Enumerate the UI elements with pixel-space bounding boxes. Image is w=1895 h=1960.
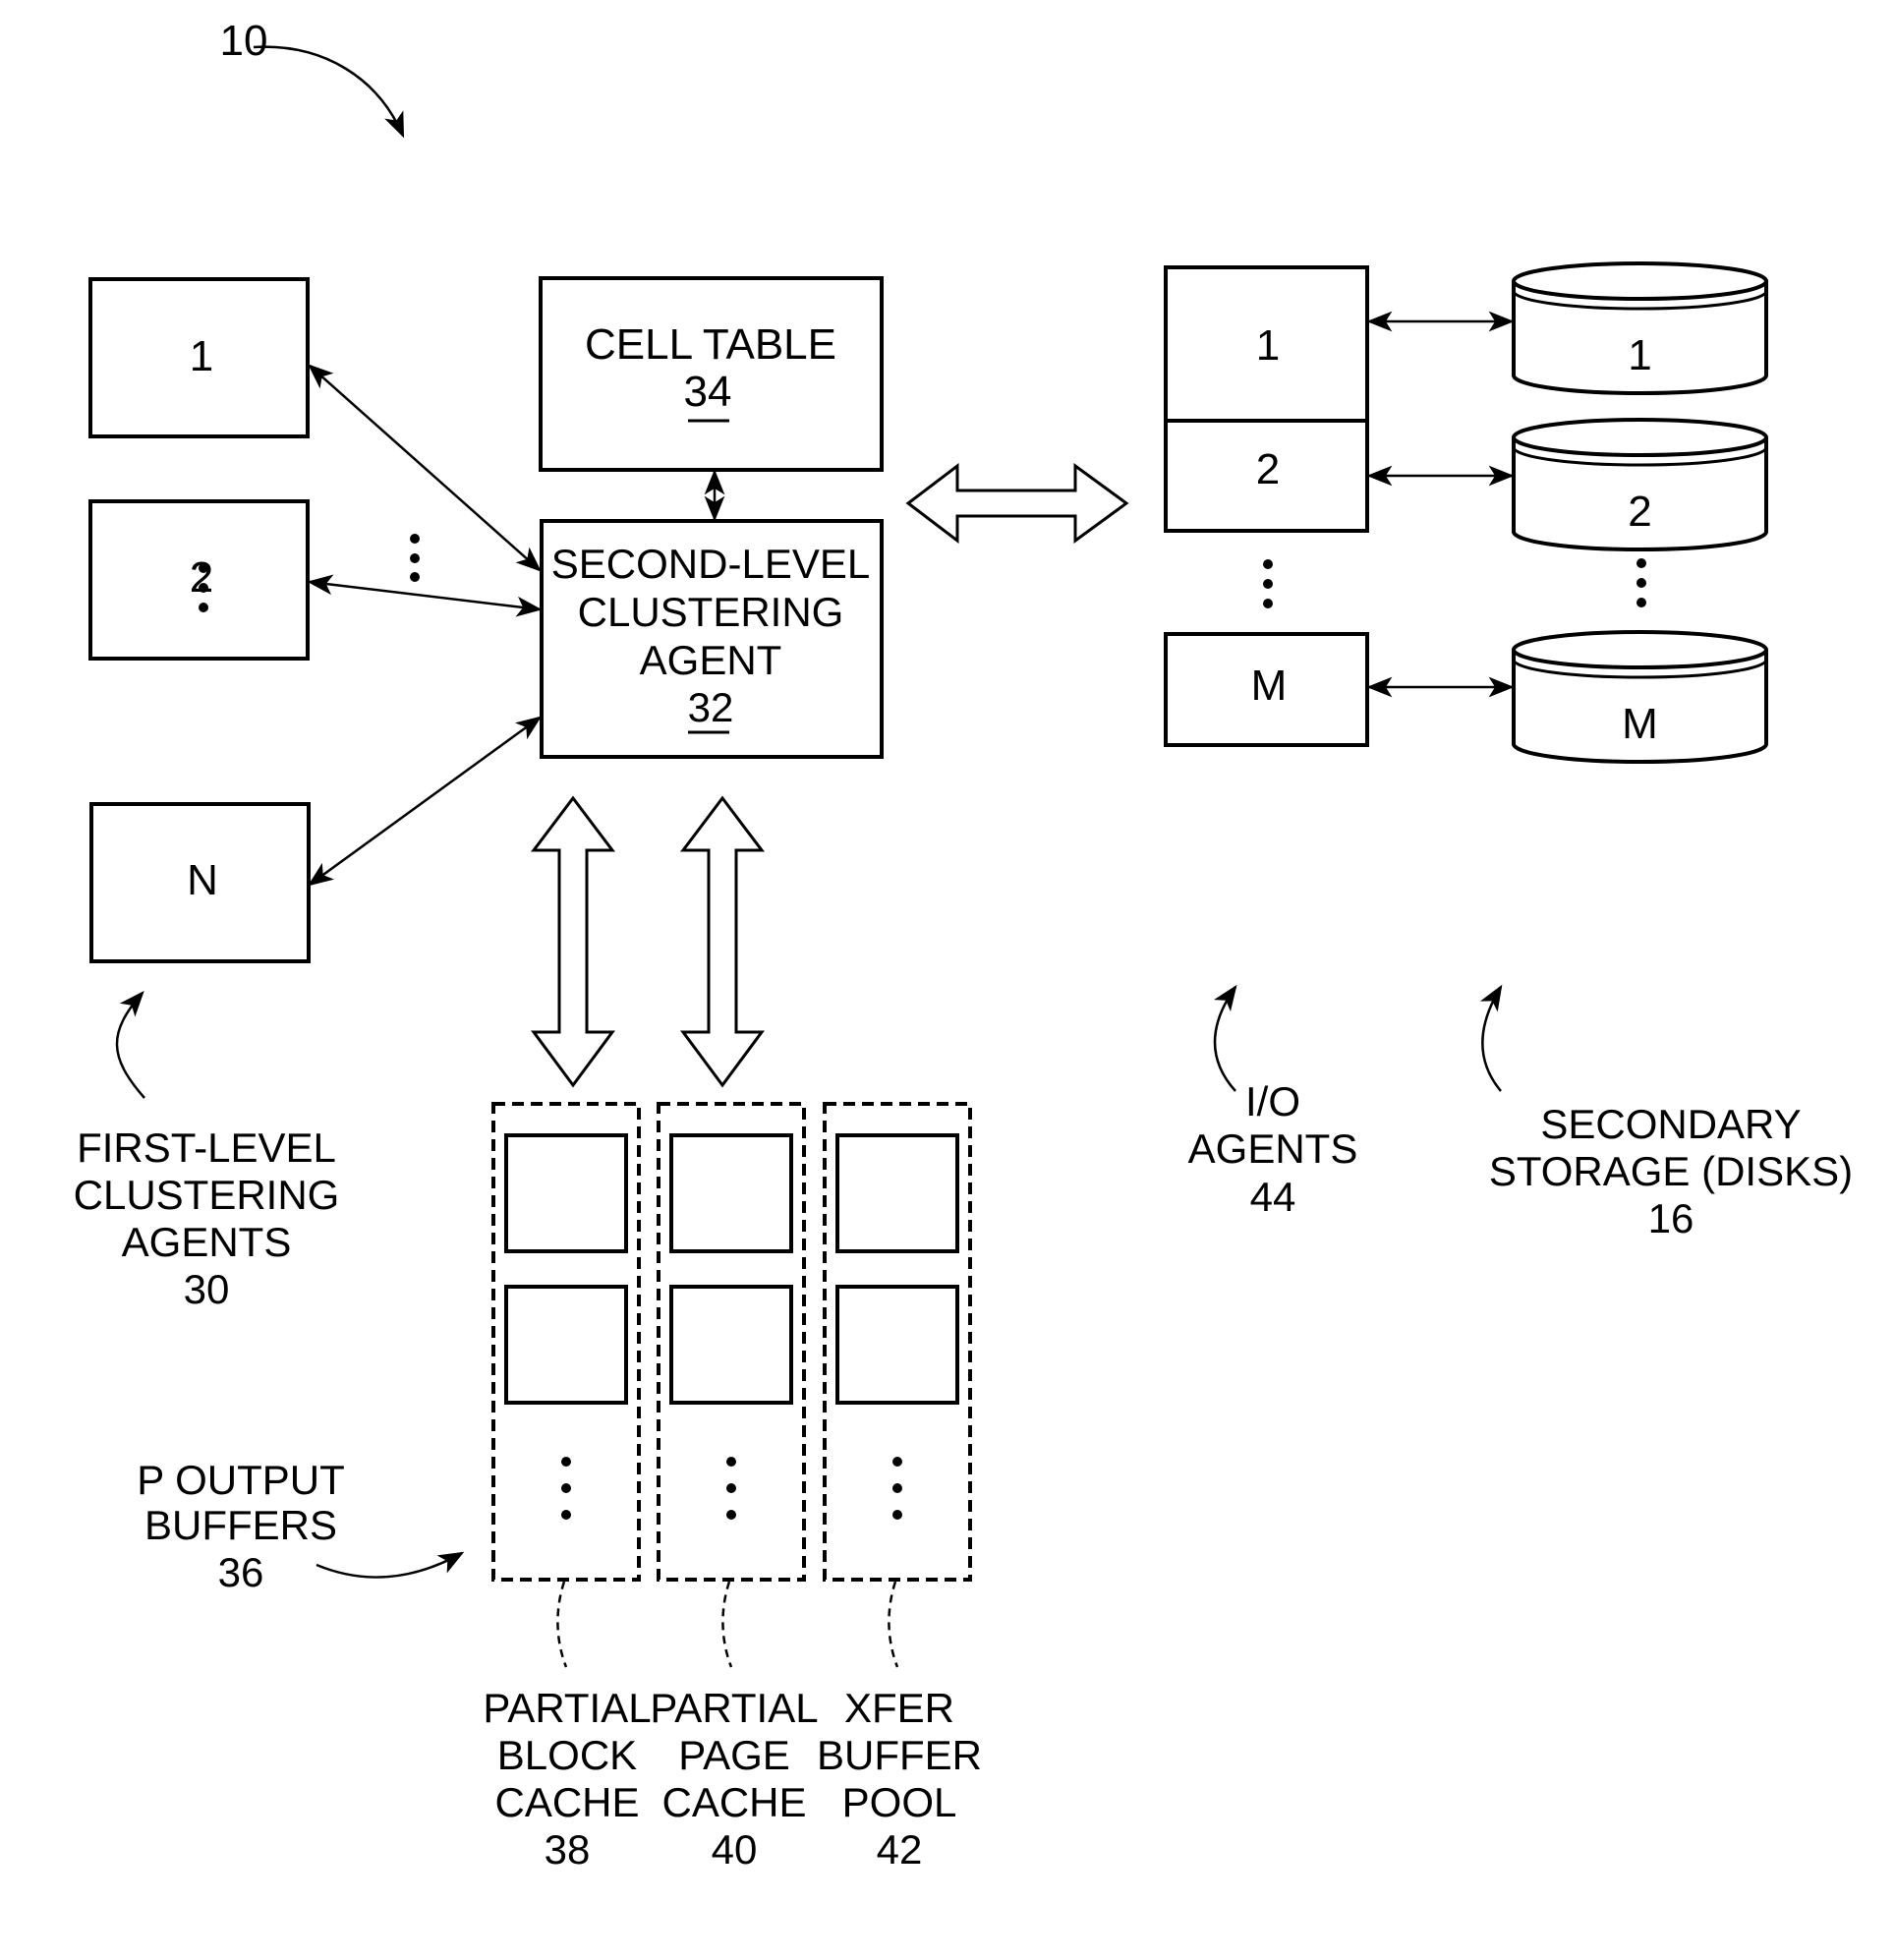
svg-text:CLUSTERING: CLUSTERING [578, 589, 844, 635]
output-buffers-arrow [316, 1551, 465, 1579]
svg-text:PAGE: PAGE [678, 1732, 790, 1778]
figure-ref-label: 10 [220, 17, 268, 65]
ellipsis-dots [199, 563, 208, 612]
svg-text:BUFFERS: BUFFERS [144, 1502, 337, 1548]
disk-label: 1 [1628, 331, 1651, 379]
cell-table-box: CELL TABLE 34 [539, 276, 884, 472]
svg-text:30: 30 [184, 1266, 230, 1312]
svg-text:CACHE: CACHE [661, 1779, 806, 1825]
svg-text:STORAGE (DISKS): STORAGE (DISKS) [1489, 1148, 1853, 1194]
svg-text:2: 2 [190, 553, 213, 602]
svg-text:XFER: XFER [844, 1685, 954, 1731]
first-level-agent-box: N [89, 802, 311, 963]
disk-label: M [1622, 700, 1658, 748]
pool-leader-line [556, 1581, 568, 1668]
svg-text:1: 1 [190, 332, 213, 380]
svg-text:SECONDARY: SECONDARY [1540, 1101, 1801, 1147]
buffer-pool-label: PARTIALPAGECACHE40 [650, 1685, 818, 1873]
svg-text:CELL TABLE: CELL TABLE [585, 320, 836, 369]
svg-text:PARTIAL: PARTIAL [483, 1685, 651, 1731]
system-diagram: 10 1 2 N CELL TABLE 34 SECOND-LEVEL CLUS… [74, 17, 1854, 1873]
svg-text:42: 42 [877, 1826, 923, 1873]
svg-text:32: 32 [688, 684, 734, 730]
pool-leader-line [721, 1581, 733, 1668]
ellipsis-dot [561, 1457, 571, 1467]
buffer-slot [669, 1133, 793, 1253]
buffer-slot [669, 1285, 793, 1405]
first-level-agents-label: FIRST-LEVEL CLUSTERING AGENTS 30 [74, 1124, 340, 1312]
svg-text:POOL: POOL [842, 1779, 957, 1825]
disk-stack: 1 2 M [1512, 261, 1768, 764]
svg-text:34: 34 [684, 368, 732, 416]
link-arrow [308, 364, 542, 572]
svg-text:CLUSTERING: CLUSTERING [74, 1172, 340, 1218]
buffer-pool-label: PARTIALBLOCKCACHE38 [483, 1685, 651, 1873]
svg-text:38: 38 [545, 1826, 591, 1873]
link-arrow [307, 716, 543, 887]
buffer-pool: XFERBUFFERPOOL42 [817, 1102, 982, 1873]
first-level-agent-box: 2 [88, 499, 310, 661]
pool-leader-line [888, 1581, 899, 1668]
second-level-agent-box: SECOND-LEVEL CLUSTERING AGENT 32 [540, 519, 884, 759]
svg-text:16: 16 [1648, 1195, 1694, 1241]
ellipsis-dots [1637, 558, 1646, 607]
storage-label-arrow [1479, 984, 1503, 1092]
ellipsis-dot [726, 1483, 736, 1493]
svg-text:BLOCK: BLOCK [497, 1732, 637, 1778]
link-arrow [307, 574, 543, 617]
ellipsis-dots [1263, 559, 1273, 608]
bus-double-arrow [905, 462, 1129, 545]
buffer-slot [835, 1133, 959, 1253]
svg-text:AGENTS: AGENTS [1188, 1125, 1358, 1172]
ellipsis-dot [561, 1510, 571, 1520]
first-level-label-arrow [115, 991, 145, 1099]
svg-text:I/O: I/O [1245, 1078, 1300, 1124]
secondary-storage-label: SECONDARY STORAGE (DISKS) 16 [1489, 1101, 1853, 1241]
ellipsis-dot [726, 1510, 736, 1520]
svg-text:44: 44 [1250, 1174, 1296, 1220]
svg-text:2: 2 [1256, 445, 1280, 493]
svg-text:36: 36 [218, 1549, 264, 1595]
io-agents-label: I/O AGENTS 44 [1188, 1078, 1358, 1220]
ellipsis-dot [726, 1457, 736, 1467]
figure-ref-arrow [253, 45, 405, 139]
svg-text:PARTIAL: PARTIAL [650, 1685, 818, 1731]
disk: 1 [1512, 261, 1768, 395]
io-agent-box: 2 [1164, 419, 1369, 533]
ellipsis-dot [561, 1483, 571, 1493]
svg-text:1: 1 [1256, 321, 1280, 370]
svg-text:CACHE: CACHE [494, 1779, 639, 1825]
ellipsis-dot [892, 1510, 902, 1520]
cache-double-arrow [530, 795, 616, 1088]
io-label-arrow [1213, 984, 1237, 1092]
buffer-pool-label: XFERBUFFERPOOL42 [817, 1685, 982, 1873]
svg-text:N: N [187, 856, 218, 904]
ellipsis-dot [892, 1457, 902, 1467]
buffer-slot [504, 1133, 628, 1253]
buffer-pools: PARTIALBLOCKCACHE38PARTIALPAGECACHE40XFE… [483, 1102, 982, 1873]
buffer-slot [835, 1285, 959, 1405]
disk: M [1512, 630, 1768, 764]
disk: 2 [1512, 418, 1768, 551]
io-agent-box: M [1164, 632, 1369, 747]
buffer-pool: PARTIALBLOCKCACHE38 [483, 1102, 652, 1873]
buffer-pool: PARTIALPAGECACHE40 [650, 1102, 819, 1873]
svg-text:40: 40 [712, 1826, 758, 1873]
ellipsis-dot [892, 1483, 902, 1493]
svg-text:AGENTS: AGENTS [122, 1219, 292, 1265]
disk-label: 2 [1628, 488, 1651, 536]
svg-text:AGENT: AGENT [640, 637, 782, 683]
svg-text:FIRST-LEVEL: FIRST-LEVEL [77, 1124, 336, 1171]
svg-text:BUFFER: BUFFER [817, 1732, 982, 1778]
svg-text:M: M [1251, 662, 1288, 710]
svg-text:P OUTPUT: P OUTPUT [137, 1457, 345, 1503]
io-agent-box: 1 [1164, 265, 1369, 427]
first-level-agent-box: 1 [88, 277, 310, 438]
svg-text:SECOND-LEVEL: SECOND-LEVEL [551, 541, 870, 587]
ellipsis-dots [410, 534, 420, 582]
buffer-slot [504, 1285, 628, 1405]
cache-double-arrow [679, 795, 766, 1088]
output-buffers-label: P OUTPUT BUFFERS 36 [137, 1457, 345, 1595]
